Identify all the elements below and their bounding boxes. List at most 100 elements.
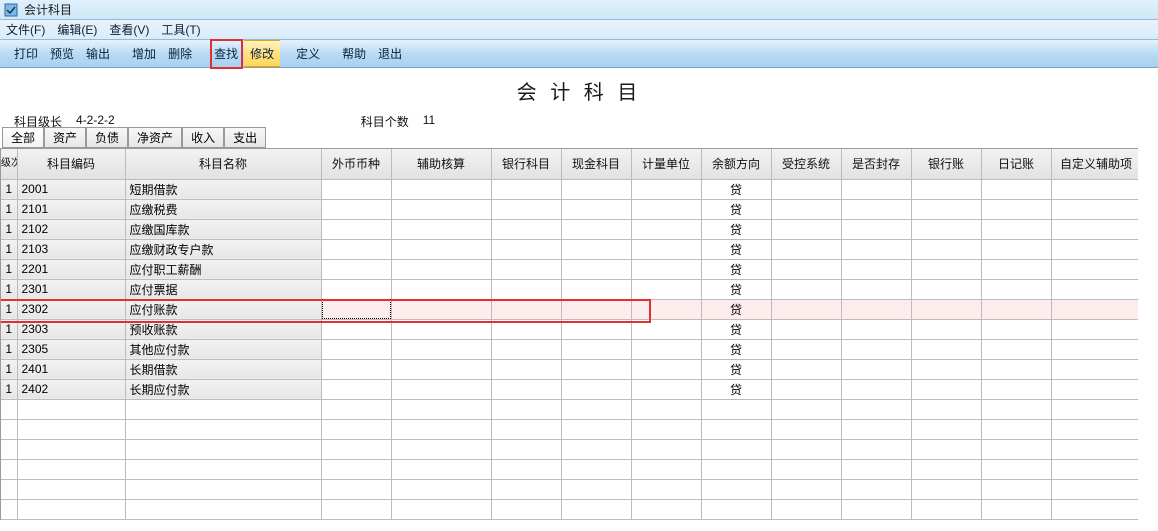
menu-tool[interactable]: 工具(T) bbox=[161, 21, 200, 38]
col-sealed[interactable]: 是否封存 bbox=[841, 149, 911, 179]
cell-direction[interactable]: 贷 bbox=[701, 259, 771, 279]
define-button[interactable]: 定义 bbox=[290, 40, 326, 67]
cell-direction[interactable]: 贷 bbox=[701, 319, 771, 339]
cell-code[interactable]: 2103 bbox=[17, 239, 125, 259]
cell-direction[interactable]: 贷 bbox=[701, 359, 771, 379]
cell-level[interactable]: 1 bbox=[1, 219, 17, 239]
cell-level[interactable]: 1 bbox=[1, 299, 17, 319]
cell-code[interactable]: 2001 bbox=[17, 179, 125, 199]
table-row bbox=[1, 459, 1138, 479]
cell-level[interactable]: 1 bbox=[1, 339, 17, 359]
col-cash[interactable]: 现金科目 bbox=[561, 149, 631, 179]
cell-direction[interactable]: 贷 bbox=[701, 179, 771, 199]
find-button[interactable]: 查找 bbox=[208, 40, 244, 67]
col-aux[interactable]: 辅助核算 bbox=[391, 149, 491, 179]
app-icon bbox=[4, 3, 18, 17]
preview-button[interactable]: 预览 bbox=[44, 40, 80, 67]
cell-direction[interactable]: 贷 bbox=[701, 379, 771, 399]
tab-all[interactable]: 全部 bbox=[2, 127, 44, 148]
col-dir[interactable]: 余额方向 bbox=[701, 149, 771, 179]
toolbar: 打印 预览 输出 增加 删除 查找 修改 定义 帮助 退出 bbox=[0, 40, 1158, 68]
help-button[interactable]: 帮助 bbox=[336, 40, 372, 67]
cell-direction[interactable]: 贷 bbox=[701, 279, 771, 299]
cell-code[interactable]: 2302 bbox=[17, 299, 125, 319]
cell-level[interactable]: 1 bbox=[1, 259, 17, 279]
cell-direction[interactable]: 贷 bbox=[701, 339, 771, 359]
cell-direction[interactable]: 贷 bbox=[701, 199, 771, 219]
col-unit[interactable]: 计量单位 bbox=[631, 149, 701, 179]
cell-name[interactable]: 预收账款 bbox=[125, 319, 321, 339]
col-level[interactable]: 级次 bbox=[1, 149, 17, 179]
tab-net[interactable]: 净资产 bbox=[128, 127, 182, 148]
table-row[interactable]: 12001短期借款 贷 bbox=[1, 179, 1138, 199]
col-ctrl[interactable]: 受控系统 bbox=[771, 149, 841, 179]
table-row[interactable]: 12303预收账款 贷 bbox=[1, 319, 1138, 339]
menu-view[interactable]: 查看(V) bbox=[109, 21, 149, 38]
cell-code[interactable]: 2301 bbox=[17, 279, 125, 299]
tab-debt[interactable]: 负债 bbox=[86, 127, 128, 148]
exit-button[interactable]: 退出 bbox=[372, 40, 408, 67]
col-custom[interactable]: 自定义辅助项 bbox=[1051, 149, 1138, 179]
cell-name[interactable]: 短期借款 bbox=[125, 179, 321, 199]
table-row[interactable]: 12402长期应付款 贷 bbox=[1, 379, 1138, 399]
cell-code[interactable]: 2101 bbox=[17, 199, 125, 219]
cell-name[interactable]: 应缴财政专户款 bbox=[125, 239, 321, 259]
cell-code[interactable]: 2303 bbox=[17, 319, 125, 339]
tab-expend[interactable]: 支出 bbox=[224, 127, 266, 148]
cell-name[interactable]: 应付票据 bbox=[125, 279, 321, 299]
table-row[interactable]: 12305其他应付款 贷 bbox=[1, 339, 1138, 359]
cell-code[interactable]: 2305 bbox=[17, 339, 125, 359]
col-bankbook[interactable]: 银行账 bbox=[911, 149, 981, 179]
cell-direction[interactable]: 贷 bbox=[701, 299, 771, 319]
cell-level[interactable]: 1 bbox=[1, 279, 17, 299]
table-row bbox=[1, 479, 1138, 499]
cell-code[interactable]: 2401 bbox=[17, 359, 125, 379]
col-name[interactable]: 科目名称 bbox=[125, 149, 321, 179]
titlebar: 会计科目 bbox=[0, 0, 1158, 20]
cell-code[interactable]: 2201 bbox=[17, 259, 125, 279]
cell-name[interactable]: 应付职工薪酬 bbox=[125, 259, 321, 279]
account-count-value: 11 bbox=[423, 113, 435, 130]
table-row[interactable]: 12401长期借款 贷 bbox=[1, 359, 1138, 379]
cell-direction[interactable]: 贷 bbox=[701, 219, 771, 239]
cell-currency-editing[interactable] bbox=[321, 299, 391, 319]
print-button[interactable]: 打印 bbox=[8, 40, 44, 67]
menubar: 文件(F) 编辑(E) 查看(V) 工具(T) bbox=[0, 20, 1158, 40]
delete-button[interactable]: 删除 bbox=[162, 40, 198, 67]
cell-direction[interactable]: 贷 bbox=[701, 239, 771, 259]
cell-name[interactable]: 应缴税费 bbox=[125, 199, 321, 219]
table-row bbox=[1, 499, 1138, 519]
window-title: 会计科目 bbox=[24, 1, 72, 18]
cell-level[interactable]: 1 bbox=[1, 379, 17, 399]
tab-asset[interactable]: 资产 bbox=[44, 127, 86, 148]
modify-button[interactable]: 修改 bbox=[244, 40, 280, 67]
cell-name[interactable]: 其他应付款 bbox=[125, 339, 321, 359]
col-currency[interactable]: 外币币种 bbox=[321, 149, 391, 179]
cell-level[interactable]: 1 bbox=[1, 239, 17, 259]
table-row[interactable]: 12102应缴国库款 贷 bbox=[1, 219, 1138, 239]
cell-name[interactable]: 应付账款 bbox=[125, 299, 321, 319]
tab-income[interactable]: 收入 bbox=[182, 127, 224, 148]
cell-code[interactable]: 2402 bbox=[17, 379, 125, 399]
cell-level[interactable]: 1 bbox=[1, 199, 17, 219]
cell-level[interactable]: 1 bbox=[1, 359, 17, 379]
menu-edit[interactable]: 编辑(E) bbox=[57, 21, 97, 38]
cell-level[interactable]: 1 bbox=[1, 179, 17, 199]
col-code[interactable]: 科目编码 bbox=[17, 149, 125, 179]
account-grid[interactable]: 级次 科目编码 科目名称 外币币种 辅助核算 银行科目 现金科目 计量单位 余额… bbox=[0, 148, 1138, 520]
table-row[interactable]: 12301应付票据 贷 bbox=[1, 279, 1138, 299]
table-row[interactable]: 12101应缴税费 贷 bbox=[1, 199, 1138, 219]
add-button[interactable]: 增加 bbox=[126, 40, 162, 67]
table-row[interactable]: 12103应缴财政专户款 贷 bbox=[1, 239, 1138, 259]
output-button[interactable]: 输出 bbox=[80, 40, 116, 67]
col-journal[interactable]: 日记账 bbox=[981, 149, 1051, 179]
cell-code[interactable]: 2102 bbox=[17, 219, 125, 239]
cell-name[interactable]: 长期借款 bbox=[125, 359, 321, 379]
menu-file[interactable]: 文件(F) bbox=[6, 21, 45, 38]
table-row[interactable]: 12302应付账款 贷 bbox=[1, 299, 1138, 319]
cell-name[interactable]: 应缴国库款 bbox=[125, 219, 321, 239]
table-row[interactable]: 12201应付职工薪酬 贷 bbox=[1, 259, 1138, 279]
cell-level[interactable]: 1 bbox=[1, 319, 17, 339]
cell-name[interactable]: 长期应付款 bbox=[125, 379, 321, 399]
col-bank[interactable]: 银行科目 bbox=[491, 149, 561, 179]
